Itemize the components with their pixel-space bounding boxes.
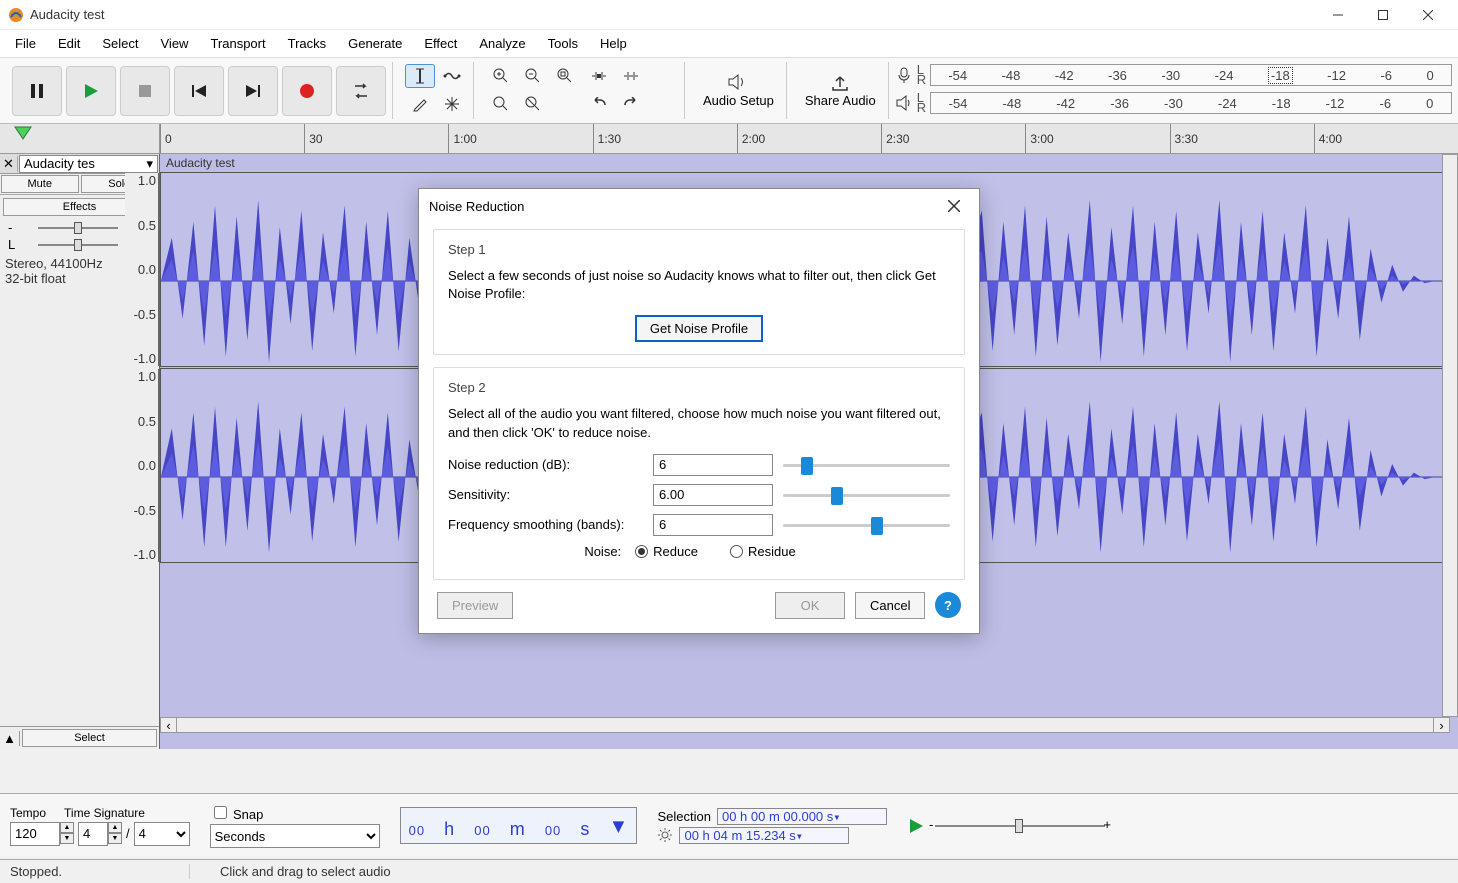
noise-reduction-slider[interactable]: [783, 455, 950, 475]
help-button[interactable]: ?: [935, 592, 961, 618]
step1-title: Step 1: [448, 242, 950, 257]
cancel-button[interactable]: Cancel: [855, 592, 925, 619]
step2-description: Select all of the audio you want filtere…: [448, 405, 950, 441]
reduce-radio[interactable]: Reduce: [635, 544, 698, 559]
sensitivity-label: Sensitivity:: [448, 487, 643, 502]
dialog-title: Noise Reduction: [429, 199, 939, 214]
frequency-smoothing-input[interactable]: [653, 514, 773, 536]
noise-mode-label: Noise:: [584, 544, 621, 559]
step1-box: Step 1 Select a few seconds of just nois…: [433, 229, 965, 355]
step2-title: Step 2: [448, 380, 950, 395]
ok-button[interactable]: OK: [775, 592, 845, 619]
noise-reduction-dialog: Noise Reduction Step 1 Select a few seco…: [418, 188, 980, 634]
modal-overlay: Noise Reduction Step 1 Select a few seco…: [0, 0, 1458, 883]
noise-reduction-label: Noise reduction (dB):: [448, 457, 643, 472]
sensitivity-input[interactable]: [653, 484, 773, 506]
step2-box: Step 2 Select all of the audio you want …: [433, 367, 965, 579]
step1-description: Select a few seconds of just noise so Au…: [448, 267, 950, 303]
noise-reduction-input[interactable]: [653, 454, 773, 476]
sensitivity-slider[interactable]: [783, 485, 950, 505]
residue-radio[interactable]: Residue: [730, 544, 796, 559]
preview-button[interactable]: Preview: [437, 592, 513, 619]
frequency-smoothing-label: Frequency smoothing (bands):: [448, 517, 643, 532]
dialog-close-button[interactable]: [939, 191, 969, 221]
frequency-smoothing-slider[interactable]: [783, 515, 950, 535]
clip-title: Audacity test: [166, 156, 235, 170]
get-noise-profile-button[interactable]: Get Noise Profile: [635, 315, 763, 342]
